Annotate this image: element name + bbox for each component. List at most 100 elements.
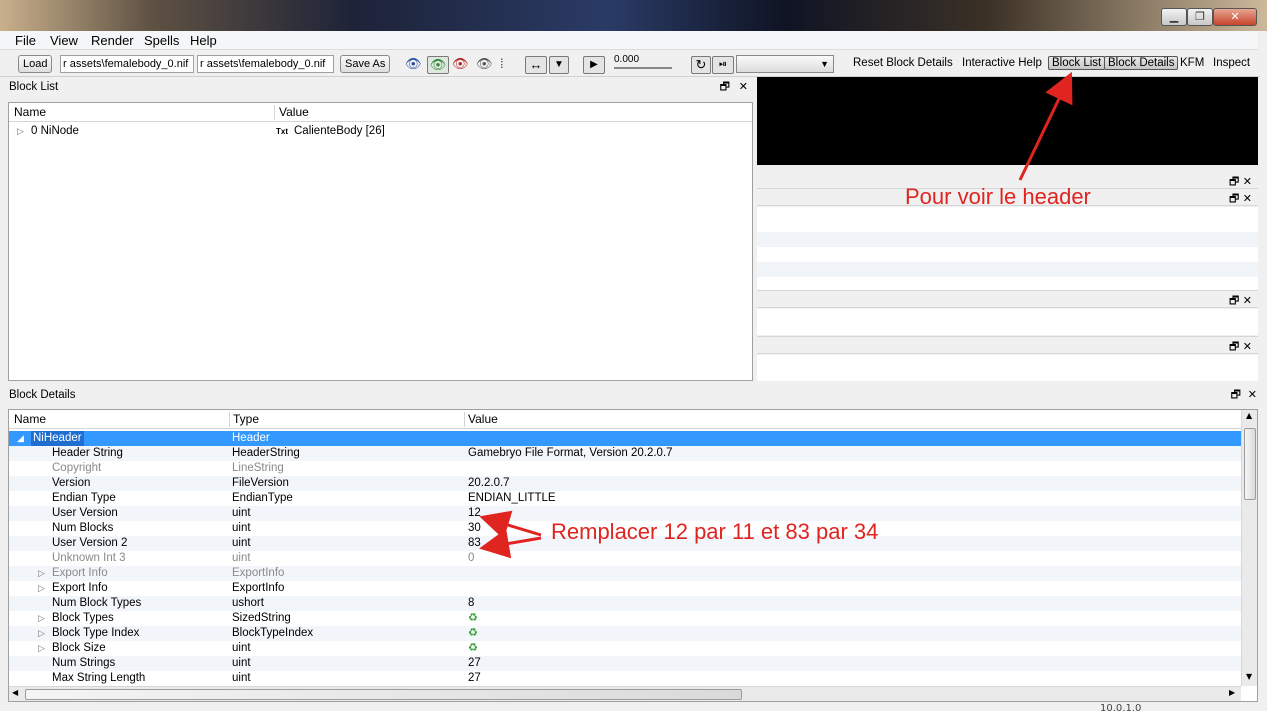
dropdown-arrow-icon[interactable]: ▼ <box>549 56 569 74</box>
float-icon[interactable]: 🗗 <box>1231 386 1241 405</box>
field-value[interactable]: 20.2.0.7 <box>468 476 510 491</box>
vertical-scrollbar[interactable]: ▲ ▼ <box>1241 410 1257 686</box>
recycle-icon[interactable]: ♻ <box>468 611 478 626</box>
table-row[interactable]: ▷ Export Info ExportInfo <box>9 566 1241 581</box>
column-value[interactable]: Value <box>276 103 309 122</box>
field-value[interactable]: Gamebryo File Format, Version 20.2.0.7 <box>468 446 673 461</box>
expand-icon[interactable]: ▷ <box>38 581 45 596</box>
block-list-toggle[interactable]: Block List <box>1048 56 1106 70</box>
scrollbar-thumb[interactable] <box>25 689 742 700</box>
field-type: FileVersion <box>232 477 289 489</box>
field-name: Block Types <box>52 612 114 624</box>
expand-icon[interactable]: ◢ <box>17 431 24 446</box>
field-value[interactable]: 30 <box>468 521 481 536</box>
menu-file[interactable]: File <box>15 33 36 48</box>
dock-bar-4: 🗗 ✕ <box>757 336 1258 354</box>
reset-block-details-button[interactable]: Reset Block Details <box>853 57 953 69</box>
expand-icon[interactable]: ▷ <box>38 566 45 581</box>
expand-icon[interactable]: ▷ <box>38 611 45 626</box>
transform-icon[interactable]: ↔ <box>525 56 547 74</box>
scroll-left-icon[interactable]: ◀ <box>12 688 18 697</box>
field-value[interactable]: 27 <box>468 656 481 671</box>
table-row[interactable]: Endian Type EndianType ENDIAN_LITTLE <box>9 491 1241 506</box>
animation-select[interactable]: ▼ <box>736 55 834 73</box>
field-type: ushort <box>232 597 264 609</box>
close-icon[interactable]: ✕ <box>739 78 748 97</box>
table-row[interactable]: Unknown Int 3 uint 0 <box>9 551 1241 566</box>
field-value[interactable]: 0 <box>468 551 474 566</box>
grey-eye-icon[interactable]: 👁 <box>476 56 493 72</box>
block-list-tree[interactable]: Name Value ▷ 0 NiNode Txt CalienteBody [… <box>8 102 753 381</box>
field-type: SizedString <box>232 612 291 624</box>
switch-icon[interactable]: ⏯ <box>712 56 734 74</box>
table-row[interactable]: Copyright LineString <box>9 461 1241 476</box>
column-name[interactable]: Name <box>11 103 46 122</box>
table-row[interactable]: ▷ Block Size uint ♻ <box>9 641 1241 656</box>
field-value[interactable]: 12 <box>468 506 481 521</box>
time-value: 0.000 <box>614 54 640 65</box>
field-name: Num Strings <box>52 657 116 669</box>
expand-icon[interactable]: ▷ <box>17 124 24 139</box>
minimize-button[interactable]: ▁ <box>1161 8 1187 26</box>
load-button[interactable]: Load <box>18 55 53 73</box>
field-value[interactable]: ENDIAN_LITTLE <box>468 491 556 506</box>
render-viewport[interactable] <box>757 77 1258 165</box>
table-row[interactable]: ▷ Export Info ExportInfo <box>9 581 1241 596</box>
table-row[interactable]: ▷ 0 NiNode Txt CalienteBody [26] <box>9 124 752 139</box>
table-row[interactable]: ▷ Block Types SizedString ♻ <box>9 611 1241 626</box>
table-row[interactable]: Header String HeaderString Gamebryo File F… <box>9 446 1241 461</box>
field-value[interactable]: 27 <box>468 671 481 686</box>
field-value[interactable]: 8 <box>468 596 474 611</box>
table-row[interactable]: ◢ NiHeader Header <box>9 431 1241 446</box>
table-row[interactable]: Version FileVersion 20.2.0.7 <box>9 476 1241 491</box>
block-list-panel-title: Block List 🗗 ✕ <box>7 78 754 97</box>
chevron-down-icon: ▼ <box>820 59 829 69</box>
inspect-button[interactable]: Inspect <box>1213 57 1250 69</box>
red-eye-icon[interactable]: 👁 <box>452 56 469 72</box>
column-type[interactable]: Type <box>230 410 259 429</box>
expand-icon[interactable]: ▷ <box>38 641 45 656</box>
time-slider[interactable] <box>614 67 672 69</box>
menu-spells[interactable]: Spells <box>144 33 179 48</box>
load-path-field[interactable]: r assets\femalebody_0.nif <box>60 55 194 73</box>
close-icon[interactable]: ✕ <box>1248 386 1257 405</box>
recycle-icon[interactable]: ♻ <box>468 626 478 641</box>
block-details-toggle[interactable]: Block Details <box>1104 56 1179 70</box>
scroll-up-icon[interactable]: ▲ <box>1246 411 1252 420</box>
scroll-down-icon[interactable]: ▼ <box>1246 672 1252 681</box>
column-value[interactable]: Value <box>465 410 498 429</box>
field-value[interactable]: 83 <box>468 536 481 551</box>
interactive-help-button[interactable]: Interactive Help <box>962 57 1042 69</box>
field-type: uint <box>232 552 251 564</box>
recycle-icon[interactable]: ♻ <box>468 641 478 656</box>
maximize-button[interactable]: ❐ <box>1187 8 1213 26</box>
green-eye-icon[interactable]: 👁 <box>427 56 449 74</box>
table-row[interactable]: Max String Length uint 27 <box>9 671 1241 686</box>
horizontal-scrollbar[interactable]: ◀ ▶ <box>9 686 1241 701</box>
close-button[interactable]: ✕ <box>1213 8 1257 26</box>
menu-help[interactable]: Help <box>190 33 217 48</box>
blue-eye-icon[interactable]: 👁 <box>405 56 422 72</box>
menu-bar: File View Render Spells Help <box>0 31 1258 50</box>
scroll-right-icon[interactable]: ▶ <box>1229 688 1235 697</box>
table-row[interactable]: Num Block Types ushort 8 <box>9 596 1241 611</box>
column-name[interactable]: Name <box>11 410 46 429</box>
save-as-button[interactable]: Save As <box>340 55 391 73</box>
save-path-field[interactable]: r assets\femalebody_0.nif <box>197 55 334 73</box>
table-row[interactable]: ▷ Block Type Index BlockTypeIndex ♻ <box>9 626 1241 641</box>
scrollbar-thumb[interactable] <box>1244 428 1256 500</box>
kfm-button[interactable]: KFM <box>1180 57 1204 69</box>
play-icon[interactable]: ▶ <box>583 56 605 74</box>
bottom-partial-text: 10.0.1.0 <box>1100 703 1142 711</box>
loop-icon[interactable]: ↻ <box>691 56 711 74</box>
table-row[interactable]: Num Strings uint 27 <box>9 656 1241 671</box>
menu-render[interactable]: Render <box>91 33 134 48</box>
field-type: LineString <box>232 462 284 474</box>
float-icon[interactable]: 🗗 <box>720 78 730 97</box>
block-details-tree[interactable]: Name Type Value ◢ NiHeader Header Header St… <box>8 409 1258 702</box>
menu-view[interactable]: View <box>50 33 78 48</box>
toolbar: Load r assets\femalebody_0.nif r assets\… <box>0 51 1260 77</box>
footprints-icon[interactable]: ⁞ <box>500 56 504 72</box>
field-name: User Version <box>52 507 118 519</box>
expand-icon[interactable]: ▷ <box>38 626 45 641</box>
